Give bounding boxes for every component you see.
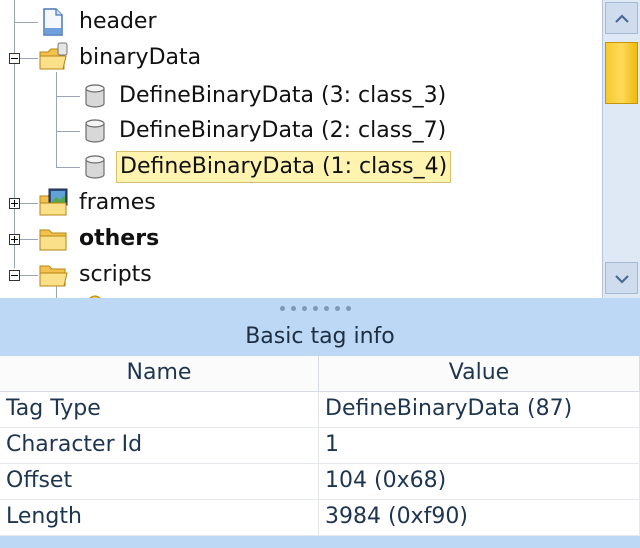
collapse-toggle[interactable] [9,270,20,281]
splitter-grip-dot [346,306,351,311]
tree-node-label: DefineBinaryData (3: class_3) [119,83,447,108]
table-cell-name[interactable]: Tag Type [0,392,319,428]
table-cell-name[interactable]: Character Id [0,428,319,464]
tree-node-scripts[interactable]: scripts [0,257,600,293]
splitter-grip-dot [302,306,307,311]
table-cell-value[interactable]: 104 (0x68) [319,464,640,500]
tree-node-label: scripts [79,262,152,287]
table-cell-value[interactable]: 1 [319,428,640,464]
binary-data-icon [85,119,105,143]
chevron-up-icon [615,14,629,23]
panel-title: Basic tag info [245,324,395,349]
table-cell-name[interactable]: Offset [0,464,319,500]
tree-node-label: others [79,226,160,251]
splitter-grip-dot [335,306,340,311]
pane-splitter[interactable] [0,298,640,318]
expand-toggle[interactable] [9,234,20,245]
tree-node-definebinarydata-2[interactable]: DefineBinaryData (2: class_7) [0,113,600,149]
tree-node-label: header [79,9,157,34]
folder-open-icon [39,42,68,70]
binary-data-icon [85,155,105,179]
expand-toggle[interactable] [9,198,20,209]
splitter-grip-dot [324,306,329,311]
table-cell-value[interactable]: 3984 (0xf90) [319,500,640,536]
collapse-toggle[interactable] [9,53,20,64]
scroll-thumb[interactable] [605,42,638,104]
column-header-name[interactable]: Name [0,356,319,392]
file-icon [43,8,63,36]
table-cell-value[interactable]: DefineBinaryData (87) [319,392,640,428]
tree-node-frames[interactable]: frames [0,185,600,221]
splitter-grip-dot [291,306,296,311]
chevron-down-icon [615,275,629,284]
tree-node-label: DefineBinaryData (2: class_7) [119,118,447,143]
tree-node-label-selected: DefineBinaryData (1: class_4) [116,151,452,183]
binary-data-icon [85,84,105,108]
tree-node-binarydata[interactable]: binaryData [0,40,600,76]
scroll-down-button[interactable] [605,262,638,294]
tree-viewport: header binaryData DefineBinaryData (3: c… [0,0,602,298]
panel-bottom-strip [0,536,640,548]
splitter-grip-dot [313,306,318,311]
scroll-up-button[interactable] [605,2,638,34]
frames-folder-icon [39,188,68,216]
tree-node-definebinarydata-1[interactable]: DefineBinaryData (1: class_4) [0,149,600,185]
tag-tree[interactable]: header binaryData DefineBinaryData (3: c… [0,0,640,299]
tree-node-label: binaryData [79,45,202,70]
basic-tag-info-panel: Basic tag info Name Value Tag Type Defin… [0,318,640,548]
tree-scrollbar[interactable] [602,0,640,298]
column-header-value[interactable]: Value [319,356,640,392]
tree-node-others[interactable]: others [0,221,600,257]
folder-icon [39,229,67,251]
tree-node-definebinarydata-3[interactable]: DefineBinaryData (3: class_3) [0,78,600,114]
folder-open-icon [39,265,68,287]
tree-node-label: frames [79,190,156,215]
tree-node-header[interactable]: header [0,4,600,40]
splitter-grip-dot [280,306,285,311]
table-cell-name[interactable]: Length [0,500,319,536]
